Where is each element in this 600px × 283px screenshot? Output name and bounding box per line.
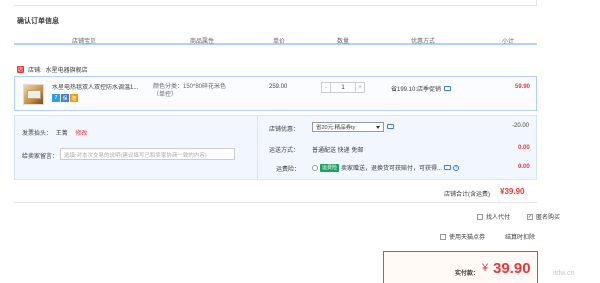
tmall-points-label: 使用天猫点券: [449, 235, 486, 241]
shop-discount-value: -20.00: [512, 123, 530, 129]
service-tags: 7 保 赔: [52, 94, 78, 102]
top-divider-vertical: [536, 0, 537, 6]
quantity-input[interactable]: 1: [331, 82, 355, 93]
proxy-pay-label: 找人代付: [486, 215, 511, 221]
insurance-message-icon[interactable]: [444, 165, 452, 170]
insurance-text: 卖家赠送，退换货可获赔付，可获得...: [341, 166, 443, 172]
anonymous-label: 匿名购买: [536, 215, 561, 221]
insurance-radio[interactable]: [312, 164, 318, 171]
header-unit-price: 单价: [273, 39, 286, 45]
insurance-label: 运费险：: [276, 167, 301, 173]
tmall-points-option[interactable]: 使用天猫点券: [440, 232, 485, 241]
quantity-plus-button[interactable]: +: [355, 82, 365, 93]
shipping-method: 普通配送 快递 免邮: [312, 148, 364, 154]
options-divider: [257, 116, 258, 179]
header-shop-item: 店铺宝贝: [72, 39, 97, 45]
product-attributes: 颜色分类：150*80碎花米色（单控）: [153, 84, 227, 98]
shop-label: 店铺:: [28, 67, 42, 74]
header-quantity: 数量: [337, 39, 350, 45]
anonymous-checkbox[interactable]: ✓: [527, 213, 533, 220]
shop-name[interactable]: 水星电器旗舰店: [46, 65, 88, 74]
table-header: 店铺宝贝 商品属性 单价 数量 优惠方式 小计: [14, 33, 537, 45]
insurance-price: 0.00: [518, 164, 530, 170]
product-thumbnail[interactable]: [23, 84, 44, 105]
seven-day-return-icon: 7: [52, 94, 60, 102]
tmall-points-note: 结算时扣除: [505, 235, 536, 241]
header-subtotal: 小计: [502, 39, 515, 45]
shop-discount-label: 店铺优惠：: [269, 127, 300, 133]
insurance-row: 运费险 卖家赠送，退换货可获赔付，可获得... ?: [312, 163, 460, 172]
shop-icon: 店: [17, 65, 24, 73]
invoice-label: 发票抬头：: [22, 131, 53, 137]
tmall-points-checkbox[interactable]: [440, 233, 446, 240]
proxy-pay-option[interactable]: 找人代付: [477, 212, 510, 221]
header-promotion: 优惠方式: [411, 39, 436, 45]
quantity-stepper: - 1 +: [321, 82, 365, 93]
promotion: 省199.10:店季促销: [391, 84, 452, 93]
quantity-minus-button[interactable]: -: [321, 82, 331, 93]
payment-label: 实付款：: [455, 271, 480, 277]
header-attributes: 商品属性: [190, 39, 215, 45]
anonymous-option[interactable]: ✓ 匿名购买: [527, 212, 560, 221]
remark-label: 给卖家留言：: [22, 154, 59, 160]
compensation-icon: 赔: [70, 94, 78, 102]
top-divider: [14, 5, 537, 6]
shop-row: 店 店铺: 水星电器旗舰店: [17, 64, 88, 74]
order-item-row: [14, 76, 537, 111]
shop-total-label: 店铺合计(含运费): [444, 192, 490, 198]
shop-discount-selected: 省20元:精品券ty: [316, 125, 356, 131]
watermark: itdw.cn: [553, 270, 575, 277]
remark-input[interactable]: 选填:对本次交易的说明(建议填写已和卖家协商一致的内容): [60, 148, 235, 160]
product-name[interactable]: 水星电热毯双人双控防水调温1...: [52, 84, 148, 92]
chevron-down-icon: [376, 125, 380, 129]
shop-total-value: ¥39.90: [500, 187, 525, 196]
invoice-row: 发票抬头： 王菁 修改: [22, 128, 87, 137]
invoice-edit-link[interactable]: 修改: [75, 131, 87, 137]
payment-currency: ¥: [482, 262, 489, 274]
insurance-tag: 运费险: [320, 163, 340, 172]
unit-price: 259.00: [269, 84, 288, 90]
discount-info-icon[interactable]: [387, 124, 394, 129]
item-subtotal: 59.90: [515, 84, 531, 90]
guarantee-icon: 保: [61, 94, 69, 102]
shop-discount-select[interactable]: 省20元:精品券ty: [312, 122, 384, 132]
shipping-label: 运送方式：: [269, 148, 300, 154]
payment-amount: 39.90: [493, 260, 531, 277]
invoice-value: 王菁: [55, 131, 68, 137]
message-icon[interactable]: [444, 86, 452, 91]
proxy-pay-checkbox[interactable]: [477, 213, 483, 220]
promotion-text: 省199.10:店季促销: [391, 87, 442, 93]
help-icon[interactable]: ?: [453, 164, 460, 171]
page-title: 确认订单信息: [17, 18, 59, 25]
shipping-price: 0.00: [518, 145, 530, 151]
